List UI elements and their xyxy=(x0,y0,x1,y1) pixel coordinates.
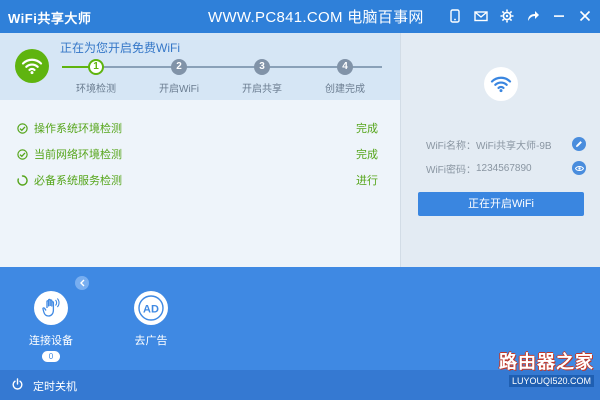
power-icon[interactable] xyxy=(11,378,24,391)
watermark-text: WWW.PC841.COM 电脑百事网 xyxy=(208,9,424,26)
app-title: WiFi共享大师 xyxy=(8,11,92,26)
tool-label: 连接设备 xyxy=(29,335,73,347)
close-icon[interactable] xyxy=(576,7,594,25)
step-label: 开启共享 xyxy=(242,84,282,95)
wifi-name-value: WiFi共享大师-9B xyxy=(476,140,552,152)
step-create-done: 4 创建完成 xyxy=(305,59,385,95)
ad-block-tool[interactable]: AD 去广告 xyxy=(116,291,186,348)
tool-label: 去广告 xyxy=(134,335,168,347)
wifi-password-value: 1234567890 xyxy=(476,162,532,174)
wifi-password-row: WiFi密码： 1234567890 xyxy=(426,160,586,176)
check-system-services: 必备系统服务检测 进行 xyxy=(16,171,378,189)
step-number: 3 xyxy=(254,59,270,75)
check-done-icon xyxy=(16,148,28,160)
loading-spinner-icon xyxy=(16,174,28,186)
gear-icon[interactable] xyxy=(498,7,516,25)
brand-url: LUYOUQI520.COM xyxy=(508,375,594,387)
wifi-status-icon xyxy=(15,49,49,83)
title-bar: WiFi共享大师 WWW.PC841.COM 电脑百事网 xyxy=(0,0,600,33)
collapse-left-icon[interactable] xyxy=(75,276,89,290)
minimize-icon[interactable] xyxy=(550,7,568,25)
step-number: 2 xyxy=(171,59,187,75)
check-label: 当前网络环境检测 xyxy=(34,149,122,161)
step-environment-check: 1 环境检测 xyxy=(56,59,136,95)
step-label: 环境检测 xyxy=(76,84,116,95)
wifi-icon xyxy=(484,67,518,101)
detection-list: 操作系统环境检测 完成 当前网络环境检测 完成 必备系统服务检测 进行 xyxy=(0,100,400,267)
wifi-name-row: WiFi名称： WiFi共享大师-9B xyxy=(426,136,586,152)
connected-devices-tool[interactable]: 连接设备 0 xyxy=(16,291,86,362)
edit-icon[interactable] xyxy=(572,137,586,151)
start-wifi-button[interactable]: 正在开启WiFi xyxy=(418,192,584,216)
mail-icon[interactable] xyxy=(472,7,490,25)
phone-icon[interactable] xyxy=(446,7,464,25)
share-icon[interactable] xyxy=(524,7,542,25)
hand-icon xyxy=(34,291,68,325)
brand-title: 路由器之家 xyxy=(499,352,594,372)
step-enable-wifi: 2 开启WiFi xyxy=(139,59,219,95)
wifi-info-panel: WiFi名称： WiFi共享大师-9B WiFi密码： 1234567890 正… xyxy=(400,33,600,267)
wifi-name-label: WiFi名称： xyxy=(426,140,476,152)
check-network-environment: 当前网络环境检测 完成 xyxy=(16,145,378,163)
ad-icon-text: AD xyxy=(143,304,159,316)
wifi-password-label: WiFi密码： xyxy=(426,164,476,176)
step-number: 1 xyxy=(88,59,104,75)
device-count-badge: 0 xyxy=(42,351,60,362)
check-os-environment: 操作系统环境检测 完成 xyxy=(16,119,378,137)
scheduled-shutdown-link[interactable]: 定时关机 xyxy=(33,378,77,394)
check-label: 必备系统服务检测 xyxy=(34,175,122,187)
check-status: 完成 xyxy=(356,123,378,135)
check-done-icon xyxy=(16,122,28,134)
step-number: 4 xyxy=(337,59,353,75)
brand-watermark: 路由器之家 LUYOUQI520.COM xyxy=(475,342,600,400)
progress-header: 正在为您开启免费WiFi 1 环境检测 2 开启WiFi 3 开启共享 4 创建… xyxy=(0,33,400,100)
step-label: 开启WiFi xyxy=(159,84,199,95)
step-label: 创建完成 xyxy=(325,84,365,95)
progress-title: 正在为您开启免费WiFi xyxy=(60,41,180,55)
check-label: 操作系统环境检测 xyxy=(34,123,122,135)
check-status: 完成 xyxy=(356,149,378,161)
titlebar-icons xyxy=(446,7,594,25)
step-enable-sharing: 3 开启共享 xyxy=(222,59,302,95)
show-password-icon[interactable] xyxy=(572,161,586,175)
check-status: 进行 xyxy=(356,175,378,187)
ad-block-icon: AD xyxy=(134,291,168,325)
